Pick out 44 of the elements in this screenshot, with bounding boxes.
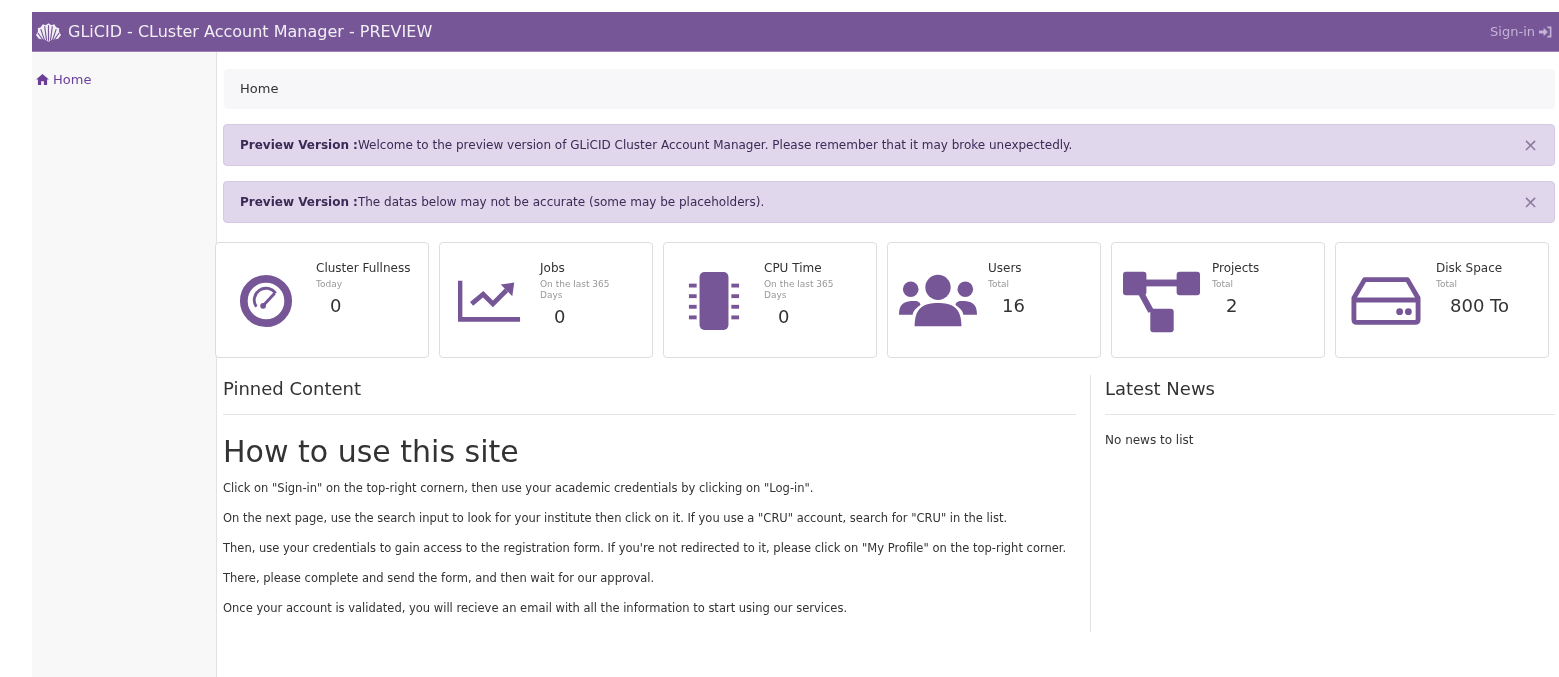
connected-squares-icon — [1123, 269, 1201, 333]
stat-value: 16 — [1001, 294, 1026, 318]
sign-in-icon — [1539, 25, 1552, 38]
empty-news-text: No news to list — [1105, 432, 1195, 449]
sign-in-link[interactable]: Sign-in — [1490, 21, 1556, 42]
stat-subtitle: Total — [1436, 279, 1459, 290]
section-heading: Latest News — [1105, 375, 1555, 415]
stat-subtitle: On the last 365 Days — [764, 279, 835, 301]
app-title[interactable]: GLiCID - CLuster Account Manager - PREVIEW — [68, 19, 433, 44]
article-title: How to use this site — [223, 433, 520, 471]
stat-title: Jobs — [540, 261, 566, 275]
paragraph: There, please complete and send the form, and then wait for our approval. — [223, 569, 656, 587]
paragraph: Once your account is validated, you will recieve an email with all the information to start using our services. — [223, 599, 849, 617]
stat-subtitle: Total — [1212, 279, 1235, 290]
hard-drive-icon — [1351, 276, 1421, 326]
home-icon — [36, 74, 49, 86]
chip-icon — [687, 269, 741, 333]
stat-value: 2 — [1225, 294, 1239, 318]
stat-value: 0 — [553, 305, 567, 329]
stat-title: Disk Space — [1436, 261, 1504, 275]
stat-subtitle: Total — [988, 279, 1011, 290]
stat-value: 0 — [777, 305, 791, 329]
shell-logo-icon — [35, 20, 62, 43]
stat-subtitle: On the last 365 Days — [540, 279, 611, 301]
stat-title: Users — [988, 261, 1023, 275]
close-button[interactable]: × — [1522, 193, 1538, 211]
paragraph: Then, use your credentials to gain access to the registration form. If you're not redirected to it, please click on "My Profile" on the top-right corner. — [223, 539, 1068, 557]
people-group-icon — [899, 273, 977, 329]
alert-text: Preview Version :Welcome to the preview version of GLiCID Cluster Account Manager. Please remember that it may broke unexpectedly. — [240, 137, 1073, 154]
stat-title: CPU Time — [764, 261, 823, 275]
stat-value: 800 To — [1449, 294, 1511, 318]
section-heading: Pinned Content — [223, 375, 1076, 415]
close-button[interactable]: × — [1522, 136, 1538, 154]
stat-subtitle: Today — [316, 279, 344, 290]
paragraph: On the next page, use the search input to look for your institute then click on it. If you use a "CRU" account, search for "CRU" in the list. — [223, 509, 1009, 527]
sidebar-item[interactable]: Home — [36, 70, 216, 90]
stat-value: 0 — [329, 294, 343, 318]
breadcrumb-item[interactable]: Home — [240, 79, 279, 99]
stat-title: Projects — [1212, 261, 1261, 275]
line-chart-icon — [458, 278, 522, 324]
alert-text: Preview Version :The datas below may not be accurate (some may be placeholders). — [240, 194, 765, 211]
gauge-icon — [239, 274, 293, 328]
paragraph: Click on "Sign-in" on the top-right cornern, then use your academic credentials by clicking on "Log-in". — [223, 479, 815, 497]
stat-title: Cluster Fullness — [316, 261, 412, 275]
